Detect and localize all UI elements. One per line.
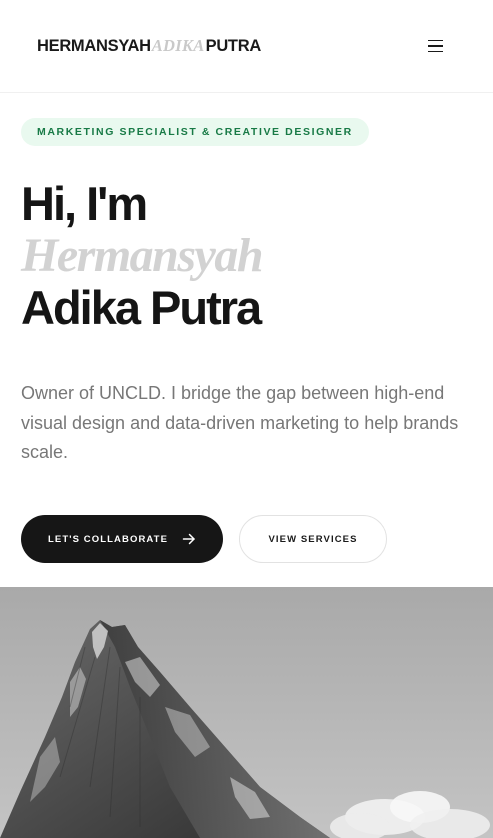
hamburger-menu-icon[interactable] (425, 35, 447, 57)
collaborate-button[interactable]: LET'S COLLABORATE (21, 515, 223, 563)
collaborate-button-label: LET'S COLLABORATE (48, 533, 168, 545)
logo-last: PUTRA (205, 37, 262, 55)
hero-description: Owner of UNCLD. I bridge the gap between… (21, 383, 459, 462)
logo-first: HERMANSYAH (37, 37, 151, 55)
view-services-button[interactable]: VIEW SERVICES (239, 515, 387, 563)
site-header: HERMANSYAH ADIKA PUTRA (0, 0, 493, 93)
mountain-image (0, 587, 493, 838)
hero-title-name: Hermansyah (21, 229, 264, 282)
hero-title-line3: Adika Putra (21, 281, 262, 334)
hero-title-line1: Hi, I'm (21, 177, 148, 230)
hero-title: Hi, I'm Hermansyah Adika Putra (21, 178, 481, 334)
view-services-label: VIEW SERVICES (268, 533, 358, 545)
page: HERMANSYAH ADIKA PUTRA MARKETING SPECIAL… (0, 0, 493, 838)
site-logo[interactable]: HERMANSYAH ADIKA PUTRA (37, 36, 261, 56)
role-badge: MARKETING SPECIALIST & CREATIVE DESIGNER (21, 118, 369, 146)
logo-accent: ADIKA (151, 36, 205, 55)
arrow-right-icon (182, 532, 196, 546)
